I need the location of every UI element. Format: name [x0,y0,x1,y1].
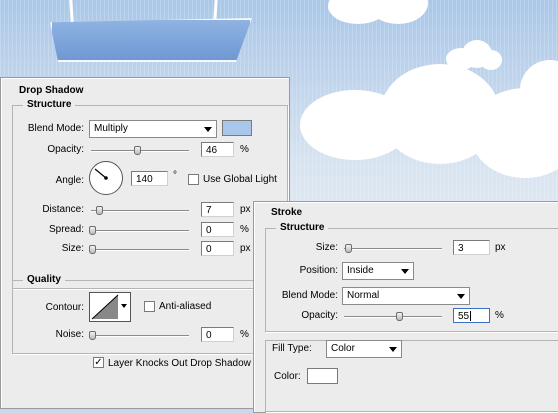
spread-label: Spread: [48,224,84,235]
angle-field[interactable]: 140 [131,171,168,186]
stroke-size-unit: px [495,242,506,253]
distance-label: Distance: [42,204,84,215]
size-field[interactable]: 0 [201,241,234,256]
opacity-field[interactable]: 46 [201,142,234,157]
stroke-blend-mode-value: Normal [347,290,380,301]
noise-unit: % [240,329,249,340]
stroke-panel: Stroke Structure Size: 3 px Position: In… [253,201,558,413]
spread-slider-track[interactable] [91,230,189,232]
layer-knocks-out-label: Layer Knocks Out Drop Shadow [108,358,251,369]
stroke-opacity-unit: % [495,310,504,321]
structure-heading: Structure [23,99,76,110]
noise-field[interactable]: 0 [201,327,234,342]
stroke-size-slider-thumb[interactable] [345,244,352,253]
stroke-opacity-label: Opacity: [301,310,338,321]
contour-curve-icon [91,294,119,320]
angle-dial-needle-icon [94,168,108,180]
drop-shadow-panel: Drop Shadow Structure Blend Mode: Multip… [0,77,290,409]
chevron-down-icon [457,294,465,299]
stroke-color-swatch[interactable] [307,368,338,384]
chevron-down-icon [121,304,127,308]
size-slider-track[interactable] [91,249,189,251]
stroke-opacity-field[interactable]: 55 [453,308,490,323]
stroke-blend-mode-label: Blend Mode: [281,290,338,301]
chevron-down-icon [204,127,212,132]
contour-picker[interactable] [89,292,131,322]
drop-shadow-title: Drop Shadow [19,85,84,96]
blend-mode-select[interactable]: Multiply [89,120,217,138]
noise-slider-track[interactable] [91,335,189,337]
distance-unit: px [240,204,251,215]
spread-unit: % [240,224,249,235]
chevron-down-icon [389,347,397,352]
stroke-blend-mode-select[interactable]: Normal [342,287,470,305]
hanging-sign [50,18,252,62]
contour-label: Contour: [45,302,84,313]
spread-field[interactable]: 0 [201,222,234,237]
stroke-title: Stroke [271,207,303,218]
stroke-opacity-slider-track[interactable] [344,316,442,318]
position-label: Position: [299,265,338,276]
position-select[interactable]: Inside [342,262,414,280]
chevron-down-icon [401,269,409,274]
fill-type-label: Fill Type: [272,343,312,354]
distance-field[interactable]: 7 [201,202,234,217]
layer-knocks-out-checkbox[interactable]: ✓ [93,357,104,368]
spread-slider-thumb[interactable] [89,226,96,235]
opacity-unit: % [240,144,249,155]
text-cursor [470,311,472,322]
blend-mode-value: Multiply [94,123,128,134]
fill-type-select[interactable]: Color [326,340,402,358]
stroke-size-label: Size: [315,242,338,253]
distance-slider-track[interactable] [91,210,189,212]
anti-aliased-label: Anti-aliased [159,301,212,312]
angle-label: Angle: [55,175,84,186]
position-value: Inside [347,265,374,276]
stroke-opacity-value: 55 [458,311,470,322]
use-global-light-checkbox[interactable] [188,174,199,185]
size-unit: px [240,243,251,254]
size-slider-thumb[interactable] [89,245,96,254]
color-label: Color: [274,371,301,382]
fill-type-value: Color [331,343,355,354]
opacity-label: Opacity: [47,144,84,155]
angle-unit: ° [173,170,177,181]
shadow-color-swatch[interactable] [222,120,252,136]
opacity-slider-thumb[interactable] [134,146,141,155]
stroke-structure-heading: Structure [276,222,329,233]
use-global-light-label: Use Global Light [203,174,277,185]
size-label: Size: [61,243,84,254]
noise-label: Noise: [55,329,84,340]
angle-dial[interactable] [89,161,123,195]
noise-slider-thumb[interactable] [89,331,96,340]
drop-shadow-quality-group: Quality [12,274,288,354]
quality-heading: Quality [23,274,65,285]
distance-slider-thumb[interactable] [96,206,103,215]
stroke-opacity-slider-thumb[interactable] [396,312,403,321]
blend-mode-label: Blend Mode: [27,123,84,134]
anti-aliased-checkbox[interactable] [144,301,155,312]
stroke-size-field[interactable]: 3 [453,240,490,255]
stroke-size-slider-track[interactable] [344,248,442,250]
